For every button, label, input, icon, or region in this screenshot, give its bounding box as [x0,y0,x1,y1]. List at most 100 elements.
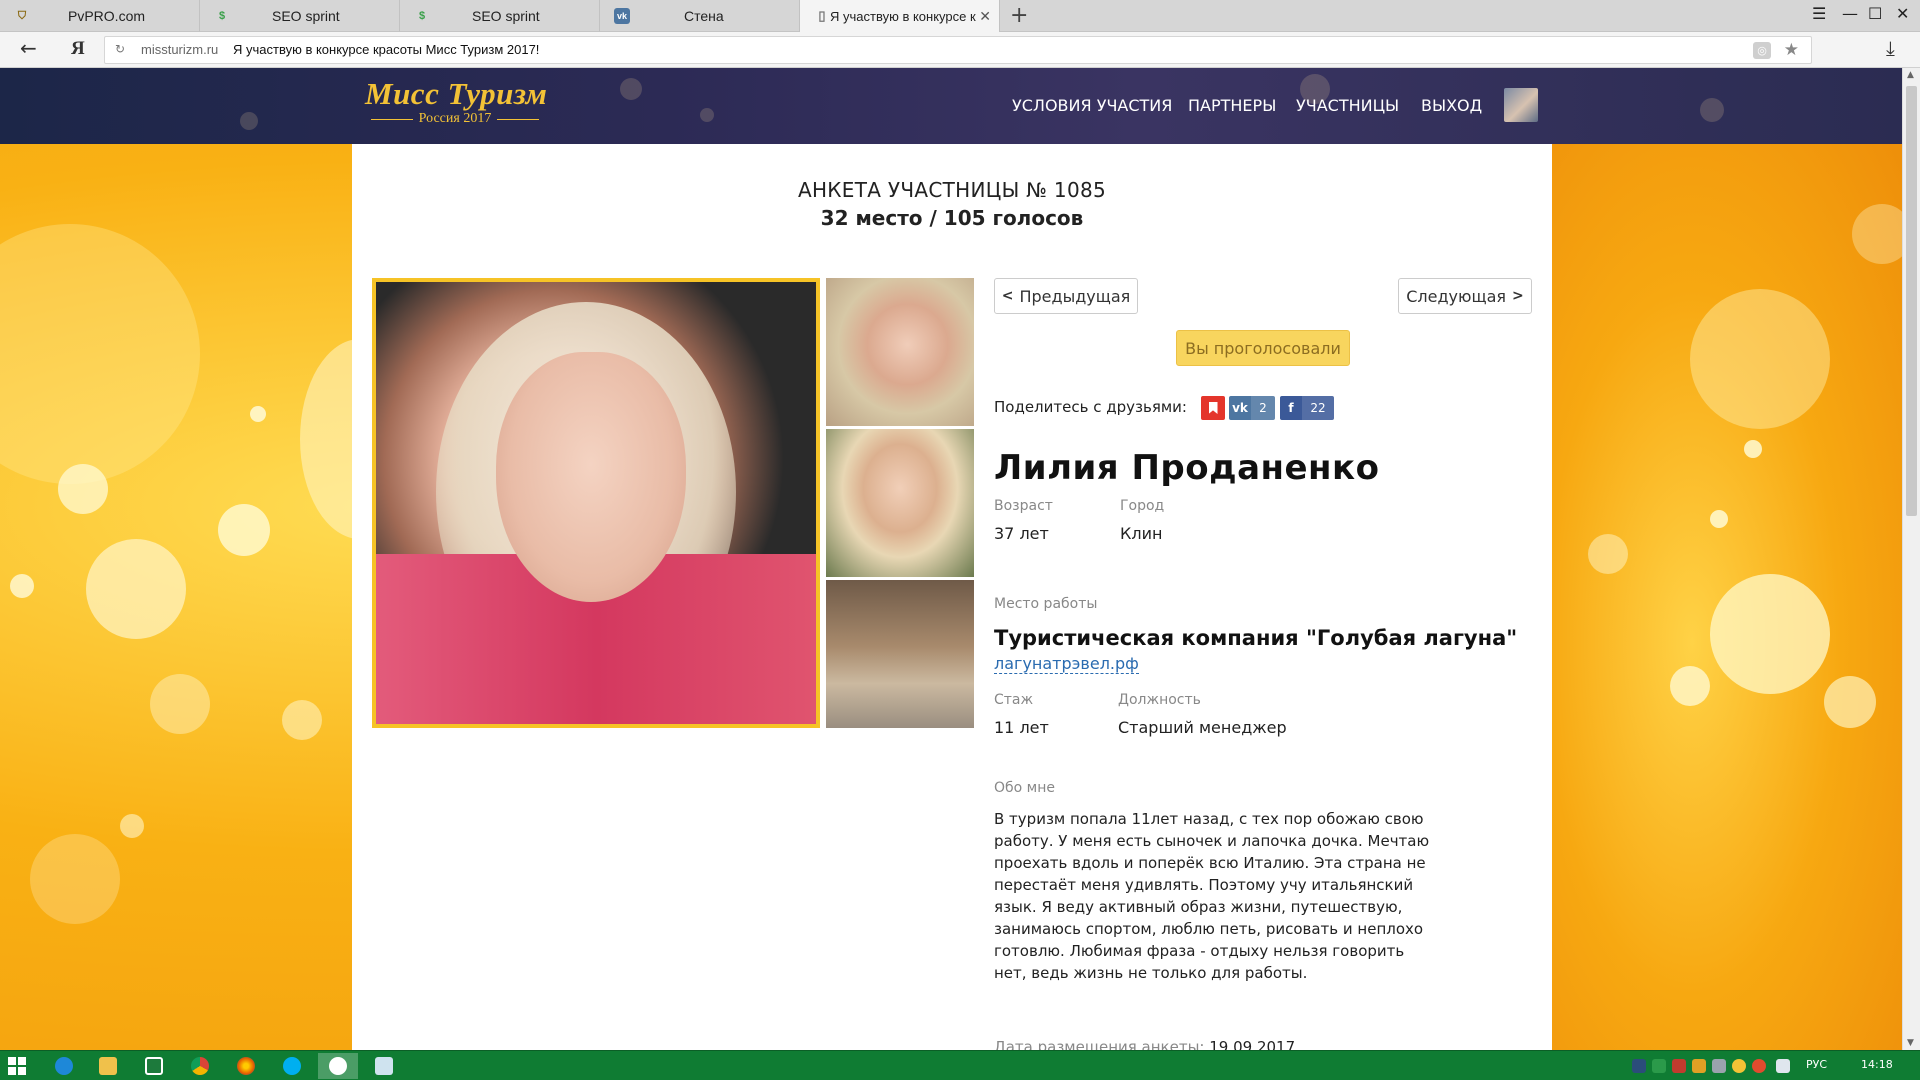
skype-icon[interactable] [272,1053,312,1079]
share-vk-button[interactable]: vk 2 [1229,396,1275,420]
bokeh-circle [218,504,270,556]
tab-label: PvPRO.com [68,8,146,24]
bokeh-circle [58,464,108,514]
ie-icon[interactable] [44,1053,84,1079]
experience-label: Стаж [994,692,1034,708]
page-icon: ▯ [818,8,826,23]
yandex-button[interactable]: Я [71,38,85,60]
bookmark-star-icon[interactable]: ★ [1784,40,1799,60]
tab-label: SEO sprint [272,8,340,24]
tab-active-page[interactable]: ▯ Я участвую в конкурсе к ✕ [800,0,1000,32]
menu-icon[interactable]: ☰ [1812,4,1826,23]
url-host: missturizm.ru [141,42,219,57]
bokeh-circle [0,224,200,484]
scroll-down-icon[interactable]: ▼ [1907,1038,1914,1048]
share-facebook-button[interactable]: f 22 [1280,396,1334,420]
vk-icon: vk [1232,401,1248,415]
tray-app-icon[interactable] [1692,1059,1706,1073]
nav-conditions[interactable]: УСЛОВИЯ УЧАСТИЯ [1012,96,1172,115]
yandex-browser-icon[interactable] [318,1053,358,1079]
explorer-icon[interactable] [88,1053,128,1079]
about-text: В туризм попала 11лет назад, с тех пор о… [994,810,1430,982]
browser-tab-strip: ⛉ PvPRO.com $ SEO sprint $ SEO sprint vk… [0,0,1920,32]
main-photo[interactable] [372,278,820,728]
thumbnail-photo-1[interactable] [826,278,974,426]
site-logo[interactable]: Мисс Туризм Россия 2017 [365,76,547,136]
windows-start-icon[interactable] [8,1057,26,1075]
tab-pvpro[interactable]: ⛉ PvPRO.com [0,0,200,32]
close-window-icon[interactable]: ✕ [1896,4,1909,23]
bokeh-circle [1852,204,1902,264]
bokeh-circle [282,700,322,740]
avatar[interactable] [1504,88,1538,122]
posted-date: 19.09.2017 [1209,1038,1296,1050]
chevron-left-icon: < [1001,288,1014,304]
chevron-right-icon: > [1512,288,1524,304]
bookmark-icon [1208,402,1218,414]
back-arrow-icon[interactable]: ← [20,36,37,60]
download-icon[interactable]: ⤓ [1886,36,1895,60]
nav-participants[interactable]: УЧАСТНИЦЫ [1296,96,1399,115]
bokeh-circle [30,834,120,924]
thumbnail-photo-3[interactable] [826,580,974,728]
tray-app-icon[interactable] [1652,1059,1666,1073]
previous-button[interactable]: < Предыдущая [994,278,1138,314]
next-label: Следующая [1406,286,1506,306]
tab-label: Стена [684,8,724,24]
protect-icon[interactable]: ◎ [1753,42,1771,59]
tab-seosprint-1[interactable]: $ SEO sprint [200,0,400,32]
scroll-up-icon[interactable]: ▲ [1907,70,1914,80]
tray-app-icon[interactable] [1752,1059,1766,1073]
photo-face [496,352,686,602]
url-page-title: Я участвую в конкурсе красоты Мисс Туриз… [233,42,540,57]
header-bokeh [620,78,642,100]
tab-label: SEO sprint [472,8,540,24]
language-indicator[interactable]: РУС [1806,1058,1827,1071]
next-button[interactable]: Следующая > [1398,278,1532,314]
posted-label: Дата размещения анкеты: [994,1038,1205,1050]
page-scrollbar[interactable]: ▲ ▼ [1902,68,1920,1050]
steam-icon[interactable] [1632,1059,1646,1073]
excel-icon[interactable] [134,1053,174,1079]
right-background [1552,144,1902,1050]
network-icon[interactable] [1712,1059,1726,1073]
new-tab-button[interactable]: + [1010,3,1028,28]
participant-name: Лилия Проданенко [994,448,1380,488]
share-bookmark-button[interactable] [1201,396,1225,420]
nav-partners[interactable]: ПАРТНЕРЫ [1188,96,1276,115]
bokeh-circle [1824,676,1876,728]
company-name: Туристическая компания "Голубая лагуна" [994,626,1518,650]
chrome-icon[interactable] [180,1053,220,1079]
position-value: Старший менеджер [1118,718,1287,737]
bokeh-circle [1710,574,1830,694]
close-tab-icon[interactable]: ✕ [979,8,991,25]
tray-app-icon[interactable] [1672,1059,1686,1073]
scroll-thumb[interactable] [1906,86,1917,516]
tab-seosprint-2[interactable]: $ SEO sprint [400,0,600,32]
logo-subtitle: Россия 2017 [418,111,492,126]
bokeh-circle [86,539,186,639]
tab-vk-wall[interactable]: vk Стена [600,0,800,32]
share-label: Поделитесь с друзьями: [994,398,1187,416]
bokeh-circle [10,574,34,598]
volume-icon[interactable] [1776,1059,1790,1073]
url-field[interactable]: ↻ missturizm.ru Я участвую в конкурсе кр… [104,36,1812,64]
company-site-link[interactable]: лагунатрэвел.рф [994,654,1139,674]
pvpro-shield-icon: ⛉ [17,9,27,22]
seosprint-icon: $ [418,10,426,22]
thumbnail-photo-2[interactable] [826,429,974,577]
maximize-icon[interactable]: ☐ [1868,4,1882,23]
firefox-icon[interactable] [226,1053,266,1079]
minimize-icon[interactable]: — [1842,4,1858,23]
clock[interactable]: 14:18 [1861,1058,1893,1071]
page-background: АНКЕТА УЧАСТНИЦЫ № 1085 32 место / 105 г… [0,144,1902,1050]
nav-logout[interactable]: ВЫХОД [1421,96,1482,115]
tab-label: Я участвую в конкурсе к [830,8,976,24]
voted-button[interactable]: Вы проголосовали [1176,330,1350,366]
reload-icon[interactable]: ↻ [115,42,125,56]
notepad-icon[interactable] [364,1053,404,1079]
bokeh-circle [1744,440,1762,458]
tray-app-icon[interactable] [1732,1059,1746,1073]
seosprint-icon: $ [218,10,226,22]
work-label: Место работы [994,596,1098,612]
